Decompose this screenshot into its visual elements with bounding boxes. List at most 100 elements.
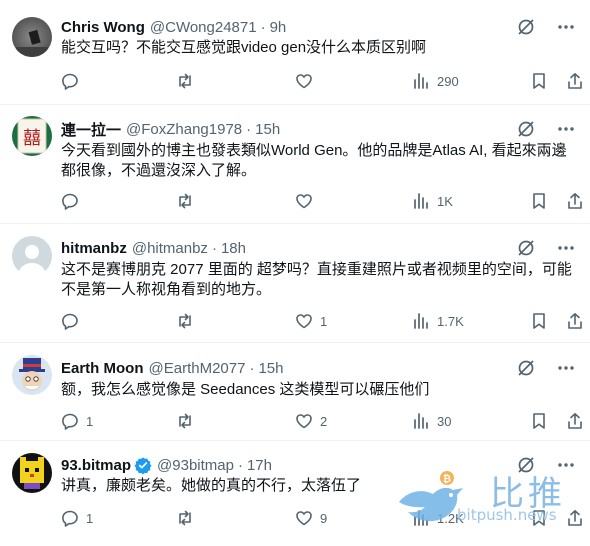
reply-icon [62,73,78,90]
reply-button[interactable]: 1 [60,508,93,528]
share-button[interactable] [565,311,585,331]
retweet-icon [179,413,191,429]
gray-photo-avatar-icon [12,17,52,57]
retweet-icon [179,313,191,329]
views-chart-icon [414,193,428,209]
reply-button[interactable] [60,191,86,211]
like-button[interactable]: 9 [294,508,327,528]
tweet-text: 能交互吗？不能交互感觉跟video gen没什么本质区别啊 [61,39,427,56]
views-chart-icon [414,313,428,329]
timestamp[interactable]: 18h [221,240,246,257]
like-button[interactable] [294,71,320,91]
bookmark-button[interactable] [529,311,549,331]
reply-icon [62,313,78,330]
bookmark-button[interactable] [529,411,549,431]
heart-icon [296,314,312,329]
reply-icon [62,510,78,527]
timestamp[interactable]: 17h [247,457,272,474]
separator-dot: · [246,120,252,138]
avatar[interactable]: 囍 [12,116,52,156]
avatar[interactable] [12,17,52,57]
view-count: 290 [437,73,459,89]
tweet-3[interactable]: hitmanbz @hitmanbz · 18h 这不是赛博朋克 2077 里面… [0,224,590,343]
views-button[interactable]: 1K [411,191,453,211]
reply-button[interactable]: 1 [60,411,93,431]
display-name[interactable]: 93.bitmap [61,457,131,474]
like-button[interactable]: 2 [294,411,327,431]
separator-dot: · [211,239,217,257]
tweet-header: 93.bitmap @93bitmap · 17h [61,455,272,475]
bitpush-watermark: ₿ 比推 bitpush.news [391,466,590,542]
pixel-cat-avatar-icon [12,453,52,493]
reply-button[interactable] [60,71,86,91]
like-button[interactable]: 1 [294,311,327,331]
default-user-avatar-icon [12,236,52,276]
display-name[interactable]: hitmanbz [61,240,127,257]
timestamp[interactable]: 15h [258,360,283,377]
views-button[interactable]: 30 [411,411,451,431]
bird-logo-icon: ₿ [399,471,463,522]
avatar[interactable] [12,236,52,276]
separator-dot: · [249,359,255,377]
user-handle[interactable]: @hitmanbz [132,240,208,257]
view-count: 1K [437,193,453,209]
retweet-button[interactable] [175,411,201,431]
user-handle[interactable]: @93bitmap [157,457,234,474]
reply-button[interactable] [60,311,86,331]
svg-text:₿: ₿ [443,473,451,485]
display-name[interactable]: Chris Wong [61,19,145,36]
heart-icon [296,511,312,526]
retweet-button[interactable] [175,508,201,528]
views-button[interactable]: 1.7K [411,311,464,331]
tweet-text: 额，我怎么感觉像是 Seedances 这类模型可以碾压他们 [61,381,430,398]
tweet-actions: 1 2 30 [60,411,582,431]
share-icon [568,413,582,429]
user-handle[interactable]: @CWong24871 [150,19,257,36]
tweet-1[interactable]: Chris Wong @CWong24871 · 9h 能交互吗？不能交互感觉跟… [0,0,590,105]
retweet-icon [179,73,191,89]
tweet-header: Earth Moon @EarthM2077 · 15h [61,358,283,378]
display-name[interactable]: 連一拉一 [61,119,121,140]
share-button[interactable] [565,71,585,91]
tweet-header: hitmanbz @hitmanbz · 18h [61,238,246,258]
bookmark-button[interactable] [529,71,549,91]
reply-icon [62,193,78,210]
verified-badge-icon [134,456,152,474]
tweet-2[interactable]: 囍 連一拉一 @FoxZhang1978 · 15h 今天看到國外的博主也發表類… [0,105,590,224]
bookmark-button[interactable] [529,191,549,211]
like-count: 2 [320,413,328,429]
watermark-url: bitpush.news [457,506,557,524]
tweet-text: 这不是赛博朋克 2077 里面的 超梦吗？直接重建照片或者视频里的空间，可能不是… [61,261,572,298]
reply-thread: Chris Wong @CWong24871 · 9h 能交互吗？不能交互感觉跟… [0,0,590,546]
heart-icon [296,194,312,209]
timestamp[interactable]: 15h [255,121,280,138]
heart-icon [296,414,312,429]
views-chart-icon [414,73,428,89]
separator-dot: · [237,456,243,474]
separator-dot: · [260,18,266,36]
timestamp[interactable]: 9h [270,19,287,36]
retweet-button[interactable] [175,311,201,331]
bookmark-icon [533,193,545,209]
views-button[interactable]: 290 [411,71,459,91]
user-handle[interactable]: @FoxZhang1978 [126,121,242,138]
display-name[interactable]: Earth Moon [61,360,144,377]
retweet-button[interactable] [175,71,201,91]
share-button[interactable] [565,191,585,211]
heart-icon [296,74,312,89]
tweet-text: 今天看到國外的博主也發表類似World Gen。他的品牌是Atlas AI, 看… [61,142,567,179]
retweet-icon [179,193,191,209]
avatar[interactable] [12,453,52,493]
like-button[interactable] [294,191,320,211]
tweet-header: Chris Wong @CWong24871 · 9h [61,17,286,37]
avatar[interactable] [12,355,52,395]
retweet-button[interactable] [175,191,201,211]
user-handle[interactable]: @EarthM2077 [149,360,246,377]
share-button[interactable] [565,411,585,431]
tweet-actions: 290 [60,71,582,91]
tweet-actions: 1 1.7K [60,311,582,331]
svg-text:囍: 囍 [23,128,41,149]
tweet-actions: 1K [60,191,582,211]
bookmark-icon [533,73,545,89]
tweet-4[interactable]: Earth Moon @EarthM2077 · 15h 额，我怎么感觉像是 S… [0,343,590,441]
